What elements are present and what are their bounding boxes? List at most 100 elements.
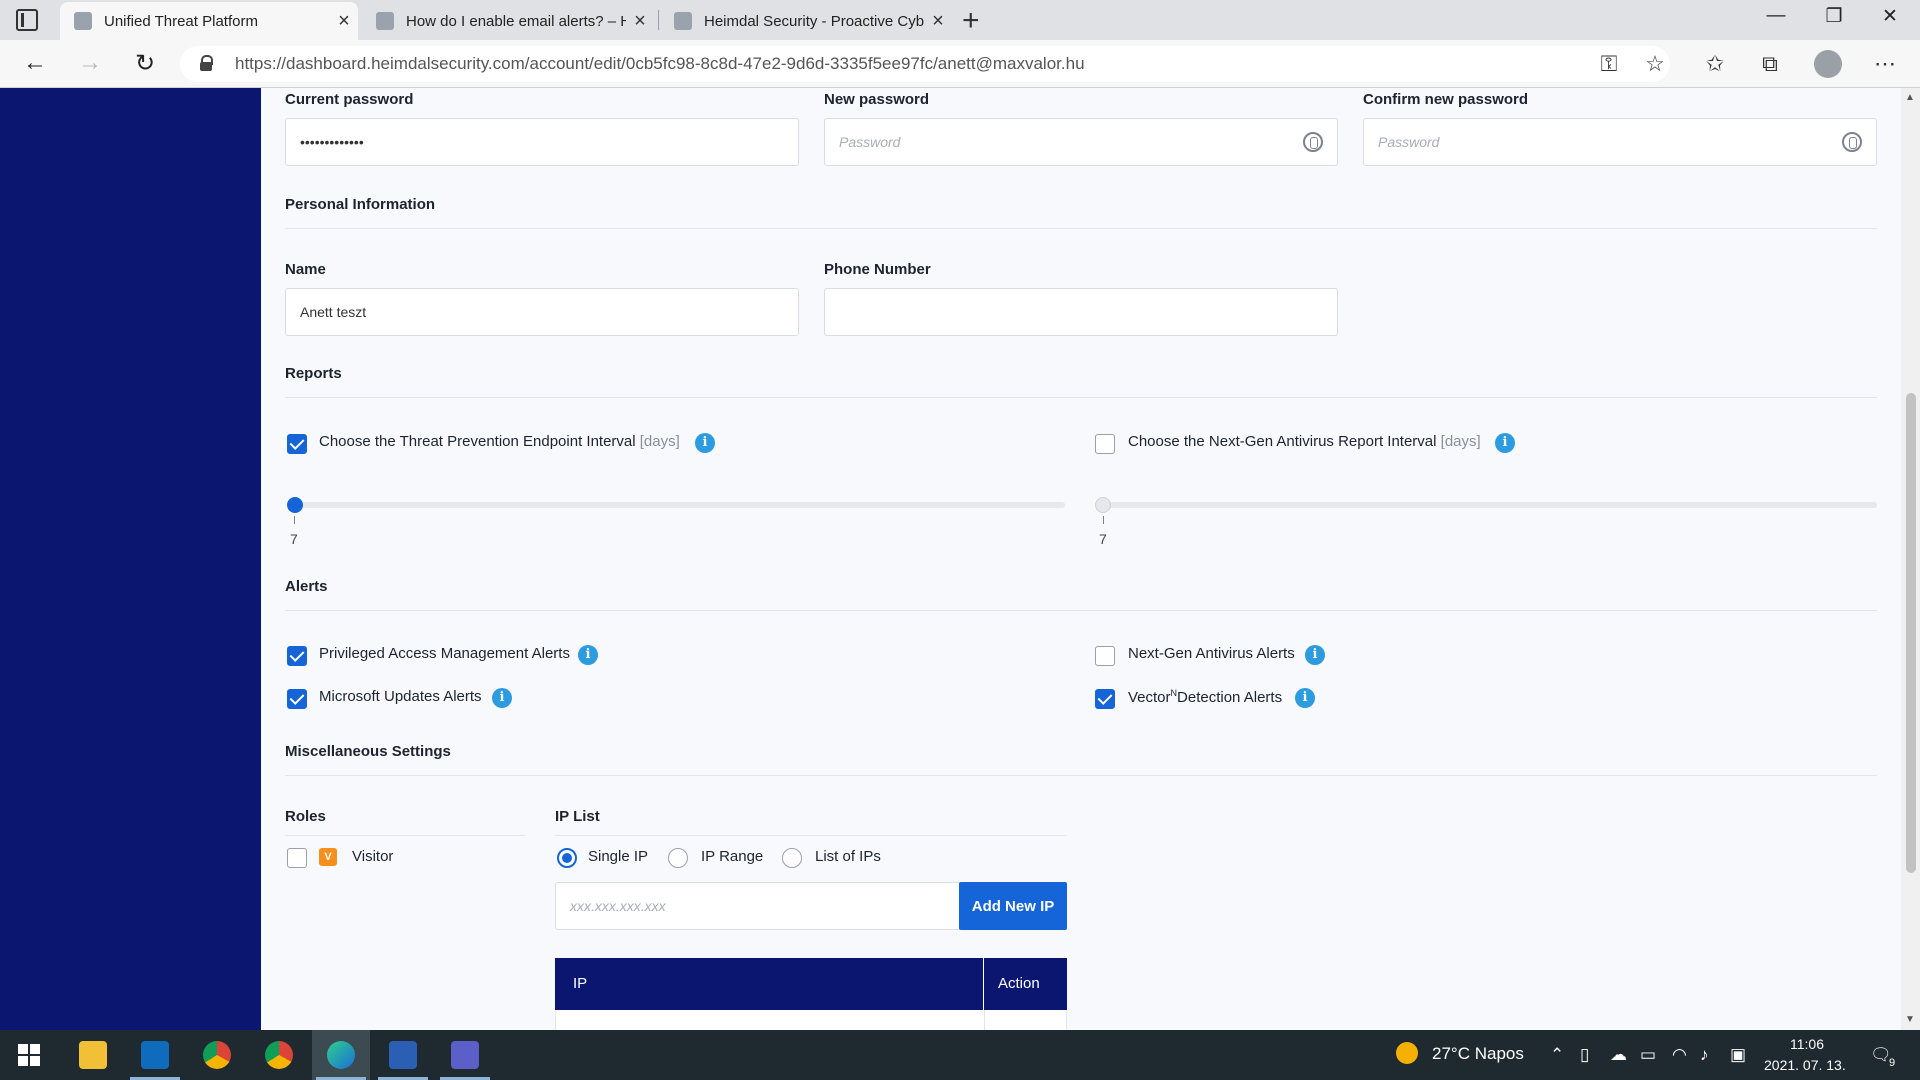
scroll-up-arrow-icon[interactable]: ▲ (1905, 92, 1915, 103)
clock-time[interactable]: 11:06 (1790, 1036, 1824, 1052)
tab-unified-threat-platform[interactable]: Unified Threat Platform × (60, 2, 358, 40)
refresh-button[interactable]: ↻ (130, 49, 160, 78)
list-of-ips-label: List of IPs (815, 848, 881, 865)
section-divider (285, 775, 1877, 776)
current-password-label: Current password (285, 91, 414, 108)
word-icon[interactable] (374, 1030, 432, 1080)
slider-handle[interactable] (1095, 497, 1111, 513)
new-tab-button[interactable]: + (962, 4, 980, 38)
chrome-icon[interactable] (250, 1030, 308, 1080)
ngav-alerts-checkbox[interactable] (1095, 646, 1115, 666)
show-password-icon[interactable] (1303, 132, 1323, 152)
minimize-button[interactable]: — (1748, 5, 1804, 27)
tab-heimdal-security[interactable]: Heimdal Security - Proactive Cyb × (660, 2, 952, 40)
key-icon[interactable]: ⚿ (1594, 51, 1624, 77)
threat-prevention-interval-checkbox[interactable] (287, 434, 307, 454)
wifi-icon[interactable]: ◠ (1672, 1045, 1687, 1065)
tab-email-alerts-help[interactable]: How do I enable email alerts? – H × (362, 2, 654, 40)
current-password-field[interactable]: ••••••••••••• (285, 118, 799, 166)
close-tab-icon[interactable]: × (330, 10, 358, 33)
volume-icon[interactable]: ♪ (1700, 1045, 1709, 1065)
section-divider (285, 228, 1877, 229)
maximize-button[interactable]: ❐ (1806, 5, 1862, 28)
ngav-report-interval-label: Choose the Next-Gen Antivirus Report Int… (1128, 433, 1481, 450)
close-tab-icon[interactable]: × (924, 10, 952, 33)
add-favorite-icon[interactable]: ☆ (1640, 51, 1670, 77)
phone-number-label: Phone Number (824, 261, 931, 278)
tab-actions-icon[interactable] (16, 9, 38, 31)
battery-icon[interactable]: ▭ (1640, 1045, 1656, 1065)
device-icon[interactable]: ▯ (1580, 1045, 1589, 1065)
clock-date[interactable]: 2021. 07. 13. (1764, 1057, 1846, 1073)
single-ip-label: Single IP (588, 848, 649, 865)
roles-divider (285, 835, 525, 836)
new-password-placeholder: Password (839, 134, 901, 150)
teams-tray-icon[interactable]: ▣ (1730, 1045, 1746, 1065)
ip-address-input[interactable]: xxx.xxx.xxx.xxx (555, 882, 961, 930)
close-window-button[interactable]: ✕ (1862, 5, 1918, 28)
scrollbar-thumb[interactable] (1906, 393, 1916, 873)
name-label: Name (285, 261, 326, 278)
back-button[interactable]: ← (20, 49, 50, 77)
column-separator (983, 958, 984, 1010)
confirm-password-field[interactable]: Password (1363, 118, 1877, 166)
phone-number-field[interactable] (824, 288, 1338, 336)
threat-prevention-interval-slider[interactable] (287, 502, 1065, 508)
scroll-down-arrow-icon[interactable]: ▼ (1905, 1014, 1915, 1025)
file-explorer-icon[interactable] (64, 1030, 122, 1080)
ip-range-radio[interactable] (668, 848, 688, 868)
alerts-heading: Alerts (285, 578, 328, 595)
info-icon[interactable]: i (492, 688, 512, 708)
outlook-icon[interactable] (126, 1030, 184, 1080)
ngav-report-interval-checkbox[interactable] (1095, 434, 1115, 454)
more-menu-icon[interactable]: ⋯ (1870, 51, 1900, 77)
visitor-role-checkbox[interactable] (287, 848, 307, 868)
info-icon[interactable]: i (1305, 645, 1325, 665)
single-ip-radio[interactable] (557, 848, 577, 868)
page-scrollbar[interactable]: ▲ ▼ (1901, 88, 1920, 1030)
edge-icon[interactable] (312, 1030, 370, 1080)
address-bar[interactable]: https://dashboard.heimdalsecurity.com/ac… (180, 46, 1670, 82)
list-of-ips-radio[interactable] (782, 848, 802, 868)
vector-detection-alerts-label: VectorNDetection Alerts (1128, 688, 1283, 706)
favorites-icon[interactable]: ✩ (1700, 51, 1730, 77)
tab-title: Unified Threat Platform (104, 12, 258, 30)
vector-detection-alerts-checkbox[interactable] (1095, 689, 1115, 709)
collections-icon[interactable]: ⧉ (1755, 51, 1785, 77)
roles-label: Roles (285, 808, 326, 825)
forward-button[interactable]: → (75, 49, 105, 77)
tab-title: Heimdal Security - Proactive Cyb (704, 12, 924, 30)
pam-alerts-checkbox[interactable] (287, 646, 307, 666)
profile-avatar[interactable] (1814, 50, 1842, 78)
ip-column-header: IP (573, 975, 588, 992)
url-text[interactable]: https://dashboard.heimdalsecurity.com/ac… (235, 54, 1085, 74)
new-password-field[interactable]: Password (824, 118, 1338, 166)
chrome-icon[interactable] (188, 1030, 246, 1080)
name-field[interactable]: Anett teszt (285, 288, 799, 336)
weather-text[interactable]: 27°C Napos (1432, 1044, 1524, 1064)
visitor-role-label: Visitor (352, 848, 394, 865)
show-password-icon[interactable] (1842, 132, 1862, 152)
teams-icon[interactable] (436, 1030, 494, 1080)
browser-toolbar: ← → ↻ https://dashboard.heimdalsecurity.… (0, 40, 1920, 88)
add-new-ip-button[interactable]: Add New IP (959, 882, 1067, 930)
weather-sun-icon[interactable] (1396, 1042, 1418, 1064)
close-tab-icon[interactable]: × (626, 10, 654, 33)
info-icon[interactable]: i (1295, 688, 1315, 708)
ngav-report-interval-slider[interactable] (1095, 502, 1877, 508)
section-divider (285, 610, 1877, 611)
info-icon[interactable]: i (1495, 433, 1515, 453)
windows-start-icon[interactable] (0, 1030, 58, 1080)
slider-handle[interactable] (287, 497, 303, 513)
onedrive-icon[interactable]: ☁ (1610, 1045, 1627, 1065)
threat-prevention-interval-label: Choose the Threat Prevention Endpoint In… (319, 433, 680, 450)
show-hidden-icons-icon[interactable]: ⌃ (1550, 1045, 1564, 1065)
current-password-value: ••••••••••••• (300, 134, 364, 150)
slider-tick (294, 516, 295, 524)
ip-range-label: IP Range (701, 848, 764, 865)
info-icon[interactable]: i (578, 645, 598, 665)
table-row (555, 1010, 1067, 1030)
microsoft-updates-alerts-checkbox[interactable] (287, 689, 307, 709)
lock-icon[interactable] (200, 55, 213, 71)
info-icon[interactable]: i (695, 433, 715, 453)
